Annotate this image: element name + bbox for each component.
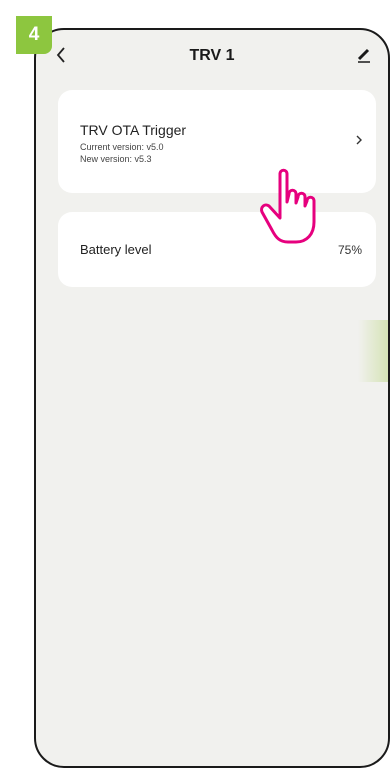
battery-level-card: Battery level 75% <box>58 212 376 287</box>
chevron-left-icon <box>56 47 65 63</box>
page-title: TRV 1 <box>189 47 235 64</box>
ota-trigger-title: TRV OTA Trigger <box>80 122 187 138</box>
edit-button[interactable] <box>352 42 376 68</box>
pencil-icon <box>357 48 370 63</box>
back-button[interactable] <box>50 42 72 68</box>
chevron-right-icon <box>356 135 362 145</box>
system-navigation-bar <box>36 748 388 766</box>
current-version-text: Current version: v5.0 <box>80 142 164 152</box>
battery-level-value: 75% <box>337 242 362 257</box>
side-handle[interactable] <box>358 320 388 382</box>
step-number-badge: 4 <box>16 16 52 54</box>
phone-frame: TRV 1 TRV OTA Trigger Current version: v… <box>34 28 390 768</box>
header: TRV 1 <box>36 30 388 82</box>
ota-trigger-card[interactable]: TRV OTA Trigger Current version: v5.0 Ne… <box>58 90 376 193</box>
new-version-text: New version: v5.3 <box>80 154 152 164</box>
hand-pointer-icon <box>260 168 316 244</box>
